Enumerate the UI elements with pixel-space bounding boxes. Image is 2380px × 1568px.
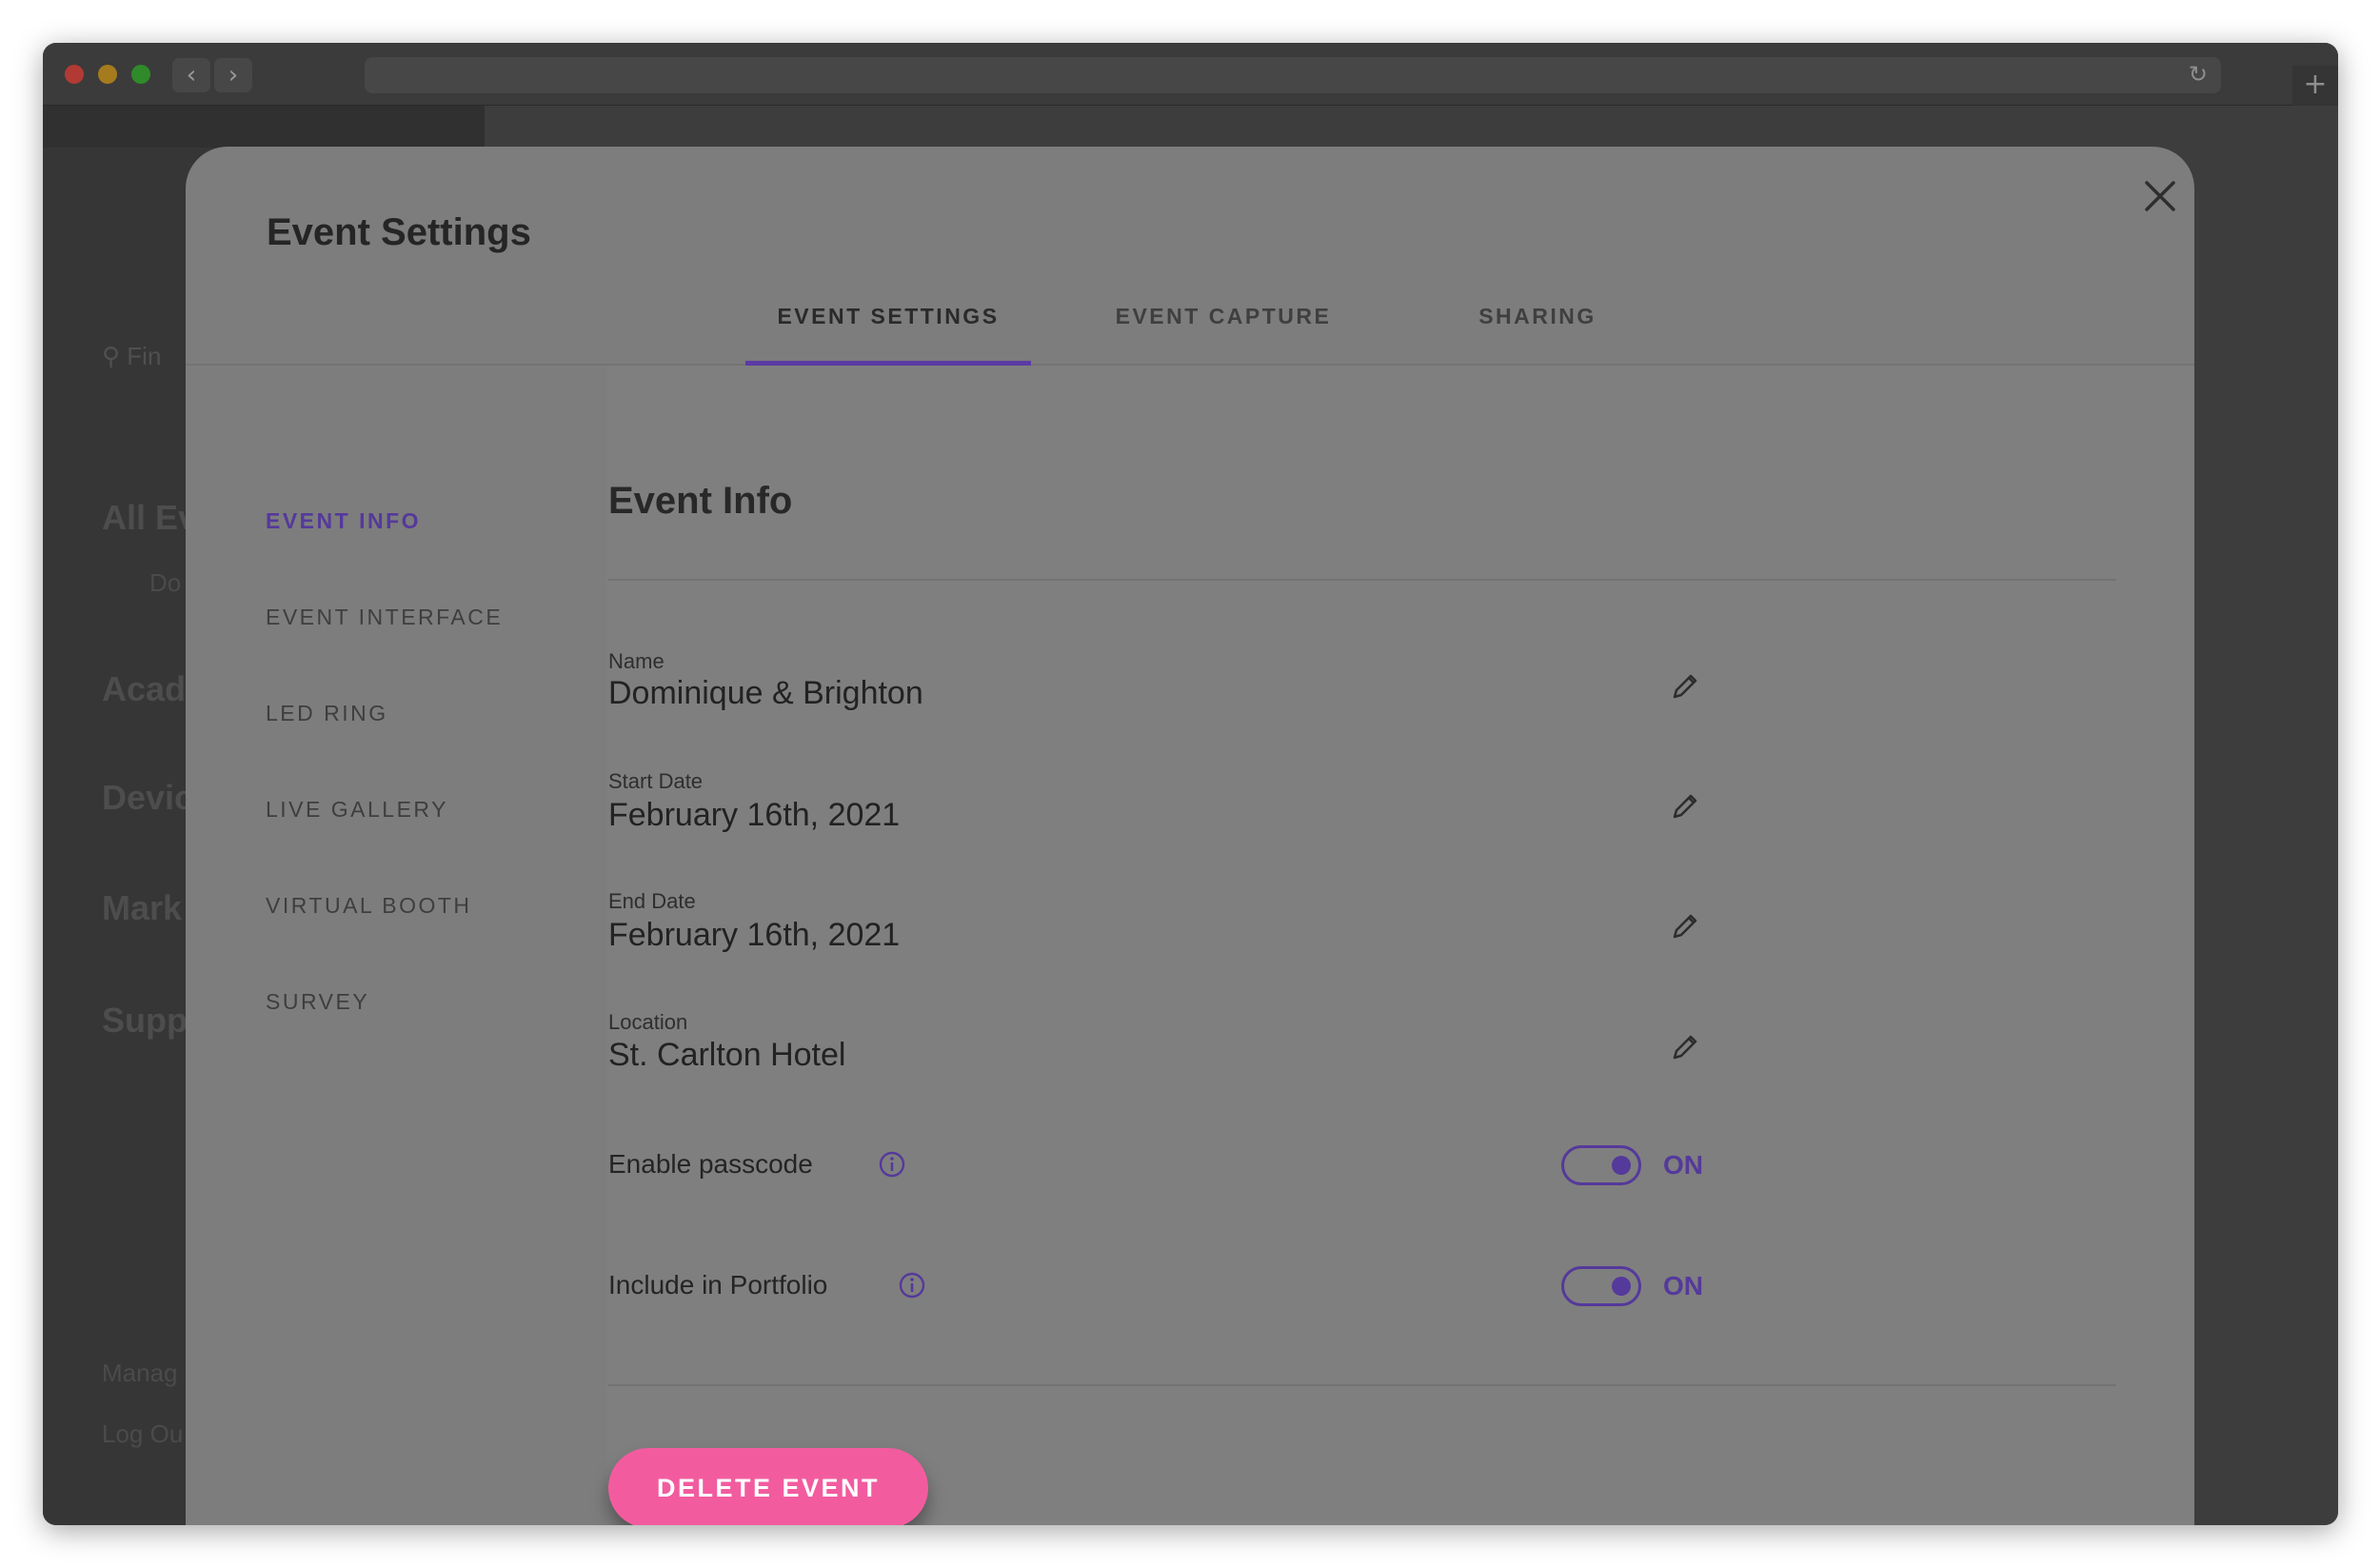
zoom-window-button[interactable] <box>131 65 150 84</box>
edit-end-date-pencil-icon[interactable] <box>1669 910 1701 943</box>
name-label: Name <box>608 649 664 673</box>
modal-title: Event Settings <box>267 211 531 253</box>
browser-window: ‹ › ↻ + ⚲ Fin All Ev Do Acad Devic Mark … <box>43 43 2338 1525</box>
background-item-devices: Devic <box>102 778 194 817</box>
edit-start-date-pencil-icon[interactable] <box>1669 790 1701 823</box>
tab-event-settings[interactable]: EVENT SETTINGS <box>745 287 1031 366</box>
settings-tabs: EVENT SETTINGS EVENT CAPTURE SETTINGS SH… <box>186 287 2194 387</box>
minimize-window-button[interactable] <box>98 65 117 84</box>
side-nav-led-ring[interactable]: LED RING <box>266 701 388 726</box>
close-window-button[interactable] <box>65 65 84 84</box>
side-nav-survey[interactable]: SURVEY <box>266 989 369 1015</box>
include-portfolio-label: Include in Portfolio <box>608 1270 828 1300</box>
event-settings-modal: Event Settings EVENT SETTINGS EVENT CAPT… <box>186 147 2194 1525</box>
background-subitem: Do <box>149 568 182 597</box>
include-portfolio-state: ON <box>1663 1271 1703 1300</box>
passcode-info-icon[interactable] <box>878 1150 906 1179</box>
section-title: Event Info <box>608 480 793 522</box>
side-nav-live-gallery[interactable]: LIVE GALLERY <box>266 797 448 823</box>
footer-divider <box>608 1384 2116 1386</box>
close-icon[interactable] <box>2139 175 2181 217</box>
end-date-label: End Date <box>608 889 696 913</box>
enable-passcode-toggle[interactable] <box>1561 1145 1641 1185</box>
end-date-value: February 16th, 2021 <box>608 917 901 953</box>
start-date-label: Start Date <box>608 769 704 793</box>
edit-location-pencil-icon[interactable] <box>1669 1031 1701 1063</box>
section-divider <box>608 579 2116 581</box>
enable-passcode-label: Enable passcode <box>608 1149 813 1179</box>
tab-sharing[interactable]: SHARING <box>1461 287 1614 366</box>
toggle-knob <box>1612 1156 1631 1175</box>
plus-icon: + <box>2303 68 2328 101</box>
background-item-all-events: All Ev <box>102 498 198 537</box>
side-nav-event-interface[interactable]: EVENT INTERFACE <box>266 605 503 630</box>
toggle-knob <box>1612 1277 1631 1296</box>
chevron-right-icon: › <box>228 61 239 89</box>
background-search-text: Fin <box>127 342 162 370</box>
start-date-value: February 16th, 2021 <box>608 797 901 833</box>
enable-passcode-state: ON <box>1663 1150 1703 1180</box>
name-value: Dominique & Brighton <box>608 675 923 711</box>
delete-event-button[interactable]: DELETE EVENT <box>608 1448 928 1525</box>
edit-name-pencil-icon[interactable] <box>1669 670 1701 703</box>
background-footer-logout: Log Ou <box>102 1419 184 1448</box>
address-bar[interactable]: ↻ <box>365 57 2221 93</box>
reload-icon[interactable]: ↻ <box>2189 61 2208 88</box>
background-item-support: Supp <box>102 1001 188 1040</box>
location-label: Location <box>608 1010 688 1034</box>
include-portfolio-toggle[interactable] <box>1561 1266 1641 1306</box>
background-search: ⚲ Fin <box>102 342 162 370</box>
new-tab-button[interactable]: + <box>2292 66 2338 106</box>
background-item-marketing: Mark <box>102 888 183 927</box>
forward-button[interactable]: › <box>214 58 252 92</box>
portfolio-info-icon[interactable] <box>898 1271 926 1300</box>
location-value: St. Carlton Hotel <box>608 1037 846 1073</box>
back-button[interactable]: ‹ <box>172 58 210 92</box>
background-footer-manage: Manag <box>102 1359 178 1387</box>
background-sidebar-header <box>43 106 485 148</box>
background-item-academy: Acad <box>102 669 187 708</box>
side-nav-virtual-booth[interactable]: VIRTUAL BOOTH <box>266 893 472 919</box>
browser-titlebar: ‹ › ↻ + <box>43 43 2338 106</box>
chevron-left-icon: ‹ <box>186 61 197 89</box>
tab-event-capture-settings[interactable]: EVENT CAPTURE SETTINGS <box>1052 287 1395 387</box>
side-nav-event-info[interactable]: EVENT INFO <box>266 508 421 534</box>
